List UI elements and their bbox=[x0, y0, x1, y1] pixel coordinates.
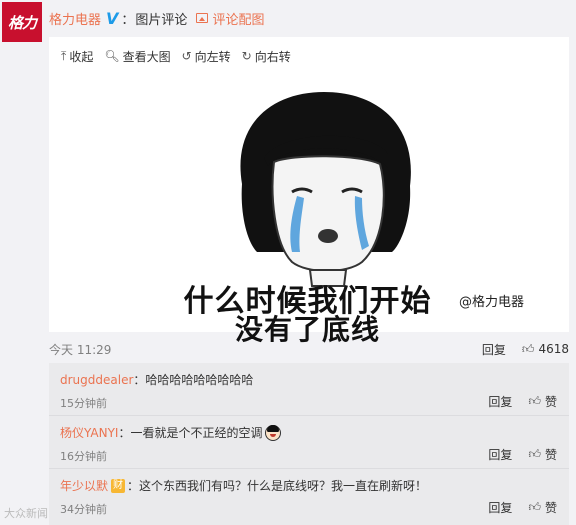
thumbs-up-icon: 👍︎ bbox=[528, 447, 541, 461]
post-subject: 图片评论 bbox=[135, 12, 188, 28]
comment-actions: 回复 👍︎ 赞 bbox=[488, 499, 557, 516]
like-button[interactable]: 👍︎ 4618 bbox=[522, 342, 569, 357]
avatar[interactable]: 格力 bbox=[2, 2, 42, 42]
comment-reply-button[interactable]: 回复 bbox=[488, 393, 512, 410]
comment-item: 年少以默 财 ： 这个东西我们有吗？什么是底线呀？我一直在刷新呀！ 34分钟前 … bbox=[49, 469, 569, 522]
zoom-icon: 🔍︎ bbox=[104, 49, 120, 63]
rotate-right-icon: ↻ bbox=[241, 49, 252, 63]
comment-body: 年少以默 财 ： 这个东西我们有吗？什么是底线呀？我一直在刷新呀！ bbox=[60, 477, 427, 494]
post-time: 今天 11:29 bbox=[49, 342, 112, 357]
comment-actions: 回复 👍︎ 赞 bbox=[488, 393, 557, 410]
comment-time: 16分钟前 bbox=[60, 450, 107, 463]
comment-like-label: 赞 bbox=[544, 501, 557, 515]
thumbs-up-icon: 👍︎ bbox=[528, 500, 541, 514]
comment-sep: ： bbox=[127, 479, 140, 493]
view-large-button[interactable]: 🔍︎ 查看大图 bbox=[104, 48, 170, 65]
comment-body: drugddealer ： 哈哈哈哈哈哈哈哈哈 bbox=[60, 371, 253, 388]
image-card: ⤒ 收起 🔍︎ 查看大图 ↺ 向左转 ↻ 向右转 什么时候我们开始 没有了底线 bbox=[49, 37, 569, 346]
crying-emoji-icon bbox=[264, 424, 281, 441]
author-name[interactable]: 格力电器 bbox=[49, 9, 101, 28]
verified-icon: V bbox=[106, 8, 119, 28]
comment-like-button[interactable]: 👍︎ 赞 bbox=[528, 499, 557, 516]
rotate-left-icon: ↺ bbox=[181, 49, 192, 63]
comment-user[interactable]: 杨仪YANYI bbox=[60, 424, 118, 441]
comment-actions: 回复 👍︎ 赞 bbox=[488, 446, 557, 463]
like-count: 4618 bbox=[538, 342, 569, 356]
post-header: 格力电器 V ： 图片评论 评论配图 bbox=[49, 8, 264, 28]
thumbs-up-icon: 👍︎ bbox=[521, 341, 535, 356]
rotate-left-label: 向左转 bbox=[194, 49, 231, 64]
comment-like-label: 赞 bbox=[544, 395, 557, 409]
comment-like-label: 赞 bbox=[544, 448, 557, 462]
collapse-icon: ⤒ bbox=[61, 48, 67, 63]
image-toolbar: ⤒ 收起 🔍︎ 查看大图 ↺ 向左转 ↻ 向右转 bbox=[61, 47, 302, 65]
comment-user[interactable]: drugddealer bbox=[60, 373, 133, 387]
comment-body: 杨仪YANYI ： 一看就是个不正经的空调 bbox=[60, 424, 281, 441]
image-watermark: @格力电器 bbox=[459, 295, 525, 310]
colon: ： bbox=[121, 12, 135, 28]
rotate-right-button[interactable]: ↻ 向右转 bbox=[242, 48, 291, 65]
picture-icon bbox=[196, 13, 209, 23]
comment-sep: ： bbox=[118, 426, 131, 440]
comment-text: 一看就是个不正经的空调 bbox=[130, 426, 263, 440]
comment-text: 这个东西我们有吗？什么是底线呀？我一直在刷新呀！ bbox=[139, 479, 428, 493]
wealth-badge-icon: 财 bbox=[111, 478, 126, 493]
comment-item: 杨仪YANYI ： 一看就是个不正经的空调 16分钟前 回复 👍︎ 赞 bbox=[49, 416, 569, 469]
comment-list: drugddealer ： 哈哈哈哈哈哈哈哈哈 15分钟前 回复 👍︎ 赞 杨仪… bbox=[49, 363, 569, 525]
comment-like-button[interactable]: 👍︎ 赞 bbox=[528, 393, 557, 410]
comment-time: 34分钟前 bbox=[60, 503, 107, 516]
rotate-left-button[interactable]: ↺ 向左转 bbox=[182, 48, 231, 65]
comment-reply-button[interactable]: 回复 bbox=[488, 446, 512, 463]
post-tag-link[interactable]: 评论配图 bbox=[212, 9, 264, 28]
comment-time: 15分钟前 bbox=[60, 397, 107, 410]
rotate-right-label: 向右转 bbox=[254, 49, 291, 64]
post-meta: 今天 11:29 回复 👍︎ 4618 bbox=[49, 340, 569, 358]
comment-sep: ： bbox=[133, 373, 146, 387]
post-actions: 回复 👍︎ 4618 bbox=[482, 341, 569, 358]
site-watermark: 大众新闻 bbox=[4, 507, 48, 520]
reply-button[interactable]: 回复 bbox=[482, 341, 506, 358]
comment-user[interactable]: 年少以默 bbox=[60, 477, 108, 494]
collapse-label: 收起 bbox=[69, 49, 94, 64]
comment-text: 哈哈哈哈哈哈哈哈哈 bbox=[145, 373, 254, 387]
comment-like-button[interactable]: 👍︎ 赞 bbox=[528, 446, 557, 463]
thumbs-up-icon: 👍︎ bbox=[528, 394, 541, 408]
comment-item: drugddealer ： 哈哈哈哈哈哈哈哈哈 15分钟前 回复 👍︎ 赞 bbox=[49, 363, 569, 416]
comment-reply-button[interactable]: 回复 bbox=[488, 499, 512, 516]
collapse-button[interactable]: ⤒ 收起 bbox=[61, 48, 93, 65]
view-large-label: 查看大图 bbox=[122, 49, 171, 64]
